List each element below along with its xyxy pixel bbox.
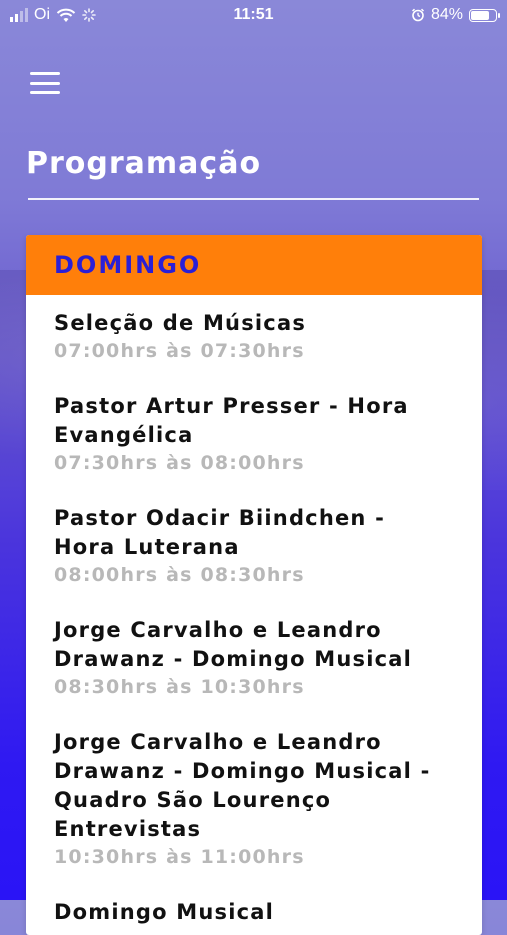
alarm-icon <box>411 8 424 22</box>
page-title: Programação <box>26 146 262 181</box>
hamburger-menu-button[interactable] <box>30 70 62 96</box>
schedule-card: DOMINGO Seleção de Músicas 07:00hrs às 0… <box>26 235 482 935</box>
battery-icon <box>469 8 500 22</box>
program-item[interactable]: Pastor Odacir Biindchen - Hora Luterana … <box>54 504 454 588</box>
program-time: 08:00hrs às 08:30hrs <box>54 564 305 586</box>
menu-line <box>30 72 60 75</box>
program-list: Seleção de Músicas 07:00hrs às 07:30hrs … <box>26 309 482 927</box>
program-time: 07:00hrs às 07:30hrs <box>54 340 305 362</box>
program-item[interactable]: Seleção de Músicas 07:00hrs às 07:30hrs <box>54 309 454 364</box>
program-item[interactable]: Jorge Carvalho e Leandro Drawanz - Domin… <box>54 616 454 700</box>
battery-level-fill <box>471 10 490 20</box>
program-title: Jorge Carvalho e Leandro Drawanz - Domin… <box>54 730 431 841</box>
program-time: 08:30hrs às 10:30hrs <box>54 676 305 698</box>
program-time: 07:30hrs às 08:00hrs <box>54 452 305 474</box>
program-title: Seleção de Músicas <box>54 311 307 335</box>
menu-line <box>30 91 60 94</box>
battery-percentage: 84% <box>430 6 463 23</box>
program-time: 10:30hrs às 11:00hrs <box>54 846 305 868</box>
program-title: Pastor Odacir Biindchen - Hora Luterana <box>54 506 386 559</box>
program-title: Domingo Musical <box>54 900 275 924</box>
status-right: 84% <box>411 6 500 24</box>
status-bar: Oi 11:51 84% <box>0 0 507 32</box>
program-item[interactable]: Jorge Carvalho e Leandro Drawanz - Domin… <box>54 728 454 870</box>
program-title: Jorge Carvalho e Leandro Drawanz - Domin… <box>54 618 413 671</box>
program-item[interactable]: Domingo Musical <box>54 898 454 927</box>
program-item[interactable]: Pastor Artur Presser - Hora Evangélica 0… <box>54 392 454 476</box>
title-divider <box>28 198 479 200</box>
program-title: Pastor Artur Presser - Hora Evangélica <box>54 394 409 447</box>
menu-line <box>30 81 60 85</box>
day-header: DOMINGO <box>26 235 482 295</box>
day-label: DOMINGO <box>54 251 202 279</box>
